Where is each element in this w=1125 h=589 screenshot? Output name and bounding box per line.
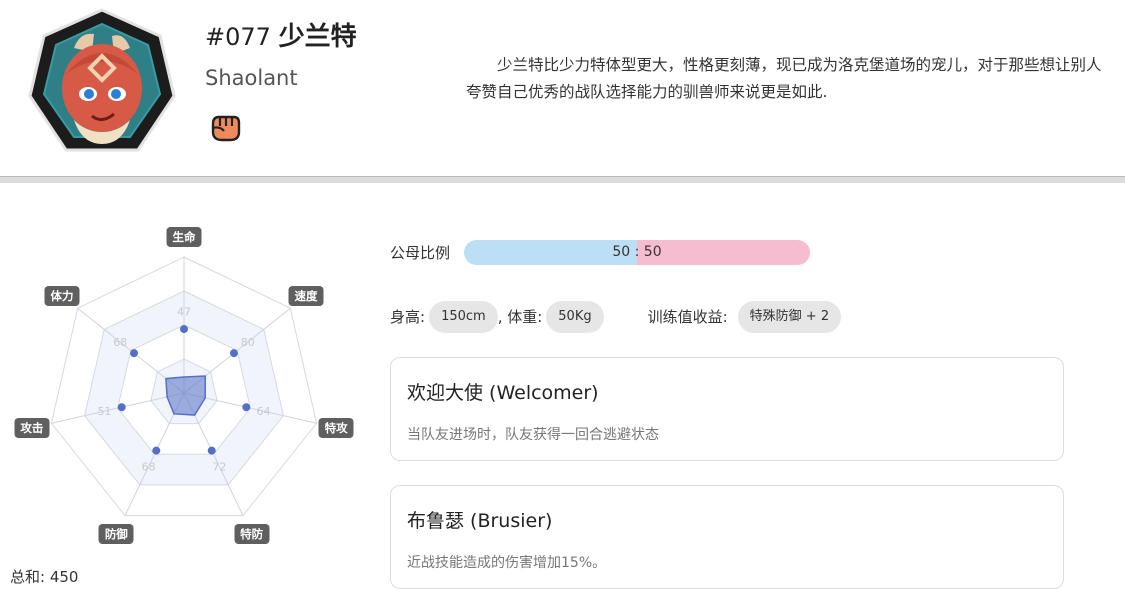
training-label: 训练值收益: xyxy=(647,308,728,326)
ability-name: 布鲁瑟 (Brusier) xyxy=(407,510,553,532)
pokemon-description: 少兰特比少力特体型更大，性格更刻薄，现已成为洛克堡道场的宠儿，对于那些想让别人夸… xyxy=(466,56,1102,101)
radar-value-label: 64 xyxy=(257,405,271,418)
radar-value-label: 68 xyxy=(142,461,156,474)
radar-point xyxy=(229,349,238,358)
radar-value-label: 72 xyxy=(212,461,226,474)
radar-value-label: 68 xyxy=(113,336,127,349)
radar-point xyxy=(180,325,188,334)
radar-axis-label: 特防 xyxy=(234,523,270,544)
pokemon-name-cn: 少兰特 xyxy=(278,22,357,52)
weight-value: 50Kg xyxy=(546,300,604,333)
gender-ratio-label: 公母比例 xyxy=(390,244,451,262)
ability-card[interactable]: 布鲁瑟 (Brusier) 近战技能造成的伤害增加15%。 xyxy=(390,485,1064,589)
pokemon-number: #077 xyxy=(205,23,271,51)
training-value: 特殊防御 + 2 xyxy=(737,300,842,333)
radar-point xyxy=(207,446,216,455)
radar-point xyxy=(130,349,139,358)
gender-ratio-text: 50 : 50 xyxy=(612,244,662,260)
radar-point xyxy=(242,403,251,412)
ability-effect: 近战技能造成的伤害增加15%。 xyxy=(407,555,607,571)
radar-point xyxy=(117,403,126,412)
radar-value-label: 47 xyxy=(177,305,191,318)
radar-chart: 47 80 64 72 68 51 68 xyxy=(50,256,318,517)
radar-axis-label: 体力 xyxy=(44,285,80,306)
ability-effect: 当队友进场时，队友获得一回合逃避状态 xyxy=(407,427,659,443)
radar-value-label: 80 xyxy=(241,336,255,349)
radar-point xyxy=(152,446,161,455)
pokemon-header: #077 少兰特 Shaolant 少兰特比少力特体型更大，性格更刻薄，现已成为… xyxy=(0,0,1125,176)
header-divider xyxy=(0,176,1125,183)
radar-axis-label: 防御 xyxy=(98,523,134,544)
fist-icon xyxy=(211,115,241,142)
body-info-row: 身高: 150cm , 体重: 50Kg 训练值收益: 特殊防御 + 2 xyxy=(390,300,842,333)
weight-label: , 体重: xyxy=(497,308,543,326)
pokemon-avatar xyxy=(28,8,176,152)
pokemon-name-en: Shaolant xyxy=(205,66,298,90)
height-value: 150cm xyxy=(429,300,498,333)
pokemon-title: #077 少兰特 xyxy=(205,16,357,53)
ability-card[interactable]: 欢迎大使 (Welcomer) 当队友进场时，队友获得一回合逃避状态 xyxy=(390,357,1064,461)
height-label: 身高: xyxy=(390,308,426,326)
stats-radar: 47 80 64 72 68 51 68 生命速度特攻特防 防御 攻击 体力 xyxy=(0,227,370,550)
radar-axis-label: 特攻 xyxy=(318,417,354,438)
radar-axis-label: 攻击 xyxy=(14,417,50,438)
radar-value-label: 51 xyxy=(97,405,111,418)
radar-axis-label: 速度 xyxy=(288,285,324,306)
ability-name: 欢迎大使 (Welcomer) xyxy=(407,382,599,404)
radar-axis-label: 生命 xyxy=(166,227,202,247)
